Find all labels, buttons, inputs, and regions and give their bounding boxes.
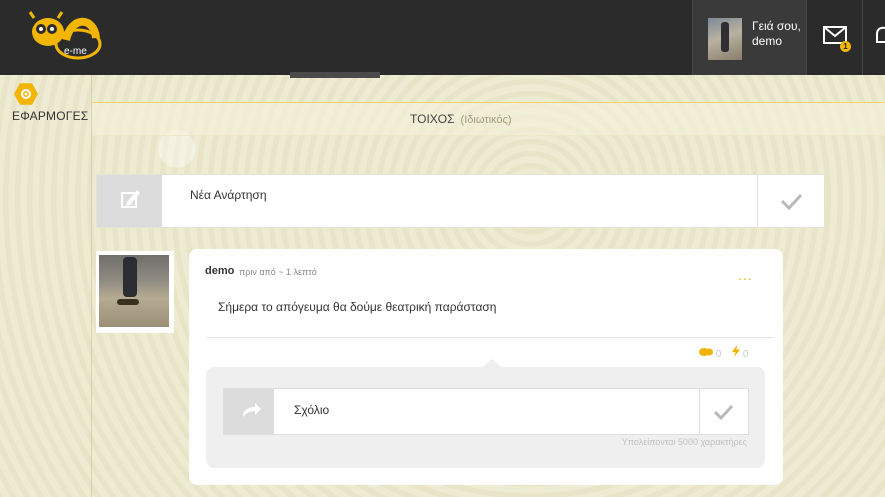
check-icon <box>713 404 734 421</box>
new-post-bar[interactable]: Νέα Ανάρτηση <box>96 174 825 228</box>
user-greeting: Γειά σου, demo <box>752 19 801 49</box>
page-subtitle: (Ιδιωτικός) <box>460 114 512 126</box>
page-title: ΤΟΙΧΟΣ (Ιδιωτικός) <box>410 112 512 126</box>
new-post-label[interactable]: Νέα Ανάρτηση <box>190 188 267 202</box>
comment-area: Σχόλιο Υπολείπονται 5000 χαρακτήρες <box>206 359 765 468</box>
username-text: demo <box>752 34 783 48</box>
likes-count: 0 <box>742 349 749 360</box>
comments-icon <box>699 348 713 356</box>
bell-icon <box>876 26 885 43</box>
bolt-icon <box>732 345 741 357</box>
edit-icon <box>121 190 140 208</box>
top-bar: e-me Γειά σου, demo 1 <box>0 0 885 78</box>
new-post-icon-box <box>97 175 162 227</box>
page-title-text: ΤΟΙΧΟΣ <box>410 112 455 126</box>
logo-icon[interactable]: e-me <box>26 10 102 68</box>
post-timestamp: πριν από ~ 1 λεπτό <box>239 267 317 277</box>
post-stats: 0 0 <box>699 345 756 360</box>
share-icon <box>243 403 261 417</box>
apps-sidebar: ΕΦΑΡΜΟΓΕΣ <box>0 75 92 497</box>
logo-text: e-me <box>64 46 87 57</box>
apps-icon[interactable] <box>14 83 38 105</box>
check-icon <box>780 193 803 211</box>
likes-stat[interactable]: 0 <box>732 345 749 360</box>
avatar <box>99 255 169 327</box>
comment-label[interactable]: Σχόλιο <box>294 403 329 417</box>
mail-badge: 1 <box>840 41 851 52</box>
notifications-button[interactable] <box>862 0 885 75</box>
user-avatar[interactable] <box>708 18 742 60</box>
comment-submit-button[interactable] <box>699 389 748 434</box>
greeting-text: Γειά σου, <box>752 19 801 33</box>
new-post-submit-button[interactable] <box>757 175 824 227</box>
comment-icon-box <box>224 389 274 434</box>
post-divider <box>206 337 774 338</box>
chars-remaining: Υπολείπονται 5000 χαρακτήρες <box>621 437 747 447</box>
page-header: ΤΟΙΧΟΣ (Ιδιωτικός) <box>92 102 885 136</box>
post-author[interactable]: demo <box>205 265 234 277</box>
post-text: Σήμερα το απόγευμα θα δούμε θεατρική παρ… <box>218 300 497 314</box>
messages-button[interactable]: 1 <box>806 0 863 75</box>
apps-label[interactable]: ΕΦΑΡΜΟΓΕΣ <box>12 109 88 123</box>
post-more-button[interactable]: ... <box>738 267 753 283</box>
top-strip <box>290 72 380 78</box>
post-card: demo πριν από ~ 1 λεπτό ... Σήμερα το απ… <box>189 249 783 485</box>
comment-arrow <box>483 359 501 367</box>
comment-input-box[interactable]: Σχόλιο <box>223 388 749 435</box>
user-menu[interactable]: Γειά σου, demo <box>692 0 806 75</box>
comments-stat[interactable]: 0 <box>699 348 724 360</box>
post-author-avatar[interactable] <box>96 251 174 333</box>
comments-count: 0 <box>715 349 722 360</box>
